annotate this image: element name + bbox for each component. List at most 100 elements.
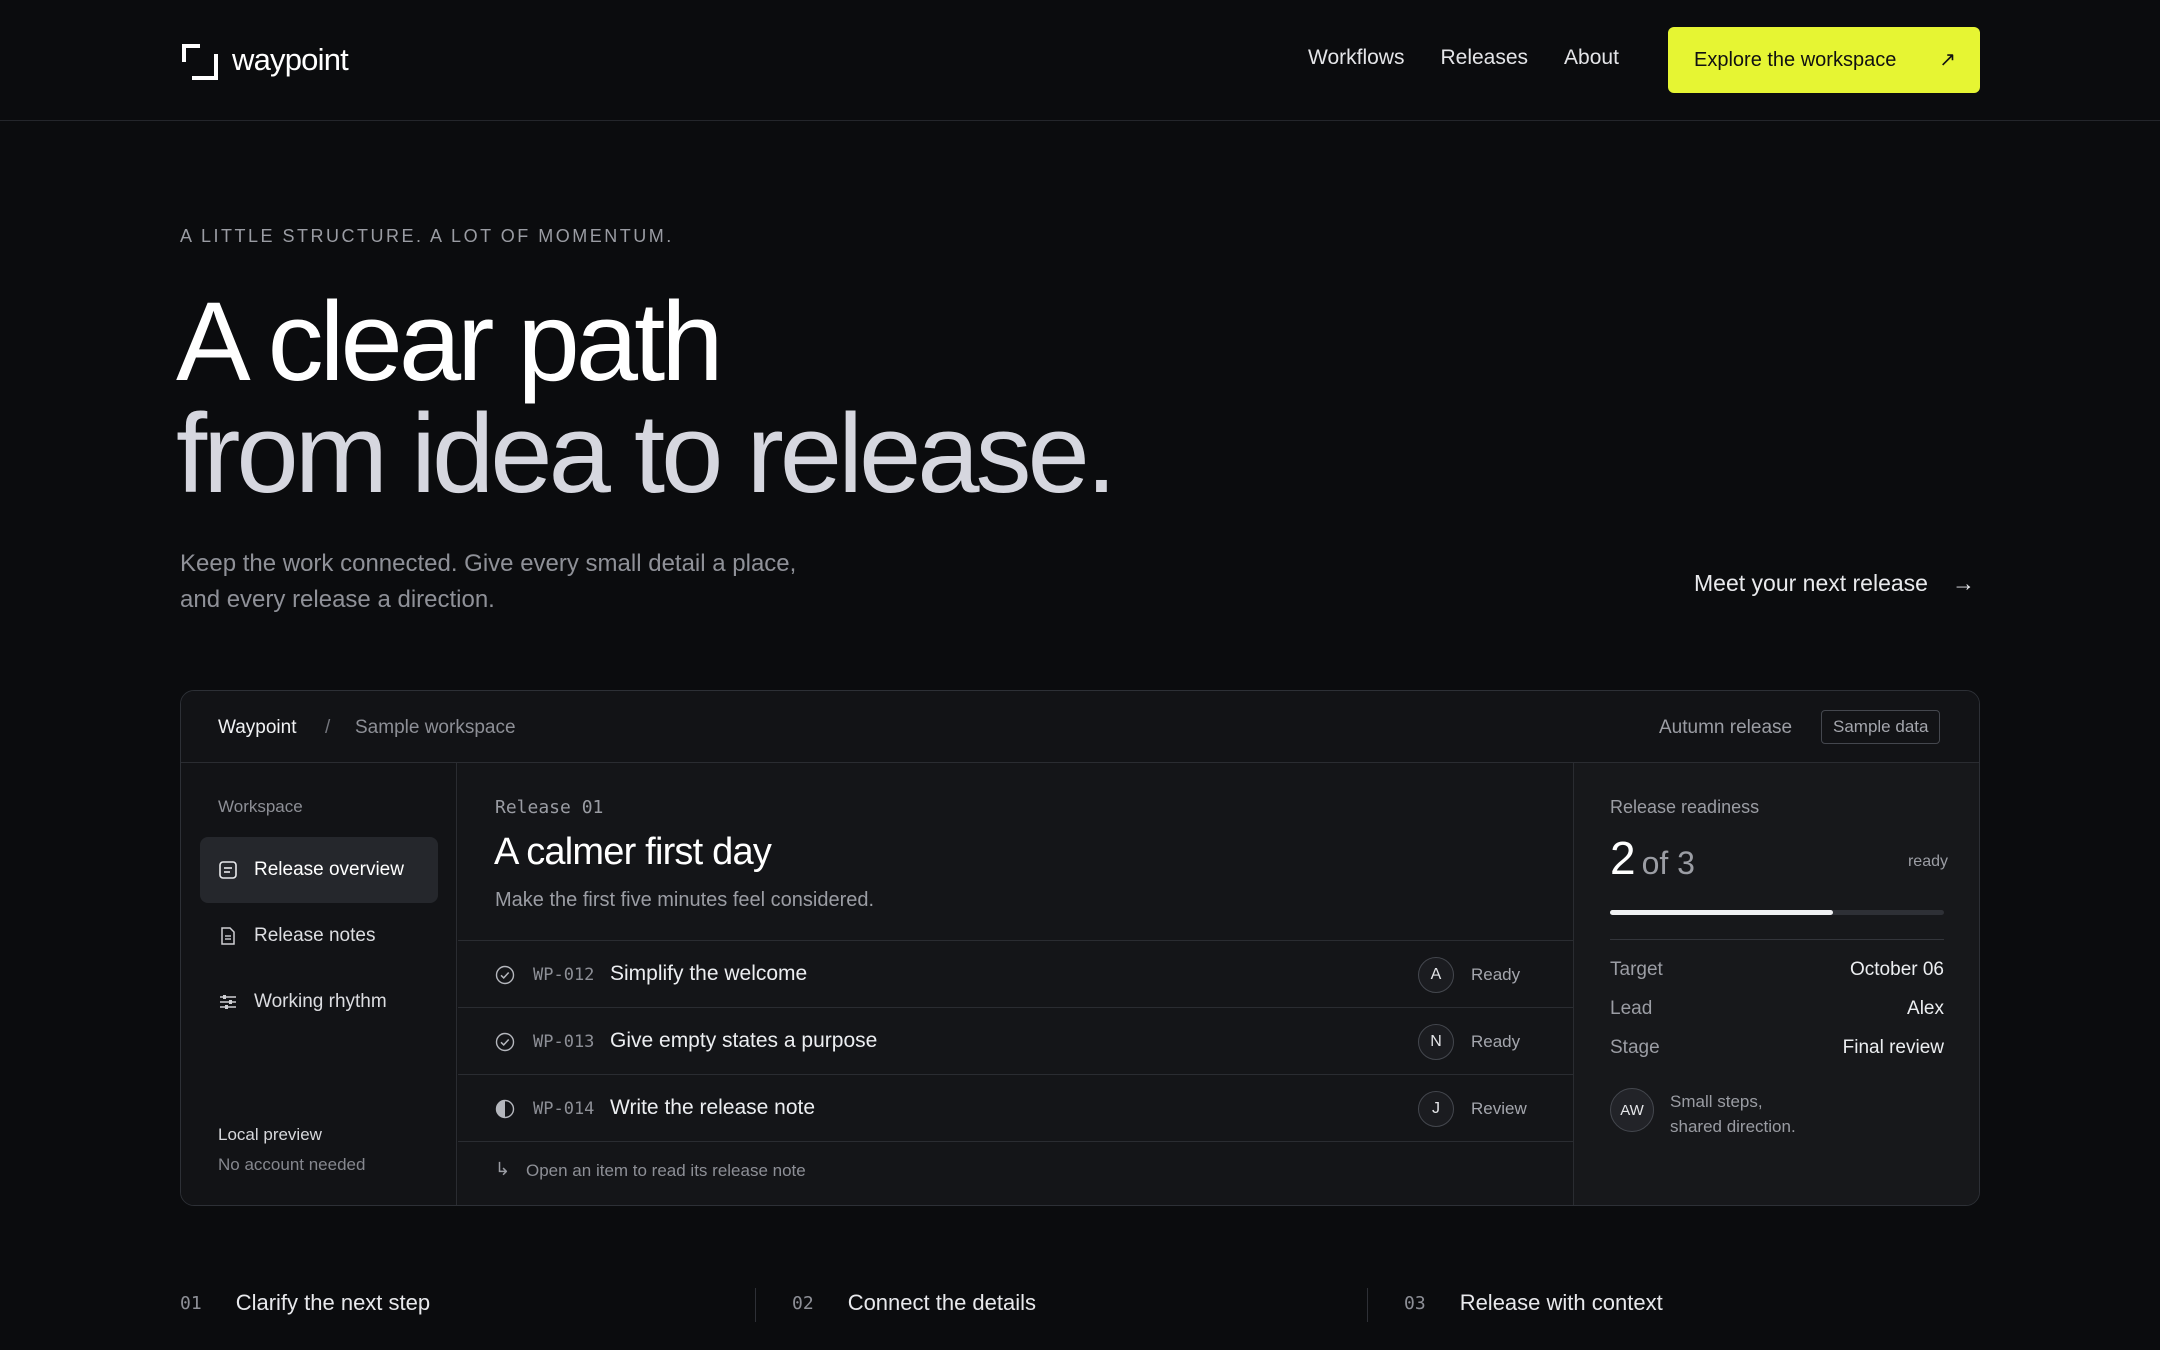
main-nav: Workflows Releases About bbox=[1308, 46, 1619, 70]
nav-releases[interactable]: Releases bbox=[1440, 46, 1528, 70]
readiness-note: Small steps, shared direction. bbox=[1670, 1089, 1870, 1139]
readiness-state: ready bbox=[1907, 853, 1948, 870]
release-title: A calmer first day bbox=[494, 831, 772, 873]
hero-title-line2: from idea to release. bbox=[176, 391, 1117, 516]
hero-lede-line2: and every release a direction. bbox=[180, 586, 495, 613]
half-circle-icon bbox=[495, 1099, 515, 1119]
readiness-title: Release readiness bbox=[1610, 797, 1760, 817]
item-code: WP-014 bbox=[533, 1099, 595, 1119]
sidebar-item-working-rhythm[interactable]: Working rhythm bbox=[200, 969, 438, 1035]
readiness-progress-fill bbox=[1610, 910, 1833, 915]
hero-title-line1: A clear path bbox=[176, 279, 723, 404]
readiness-count-total: of 3 bbox=[1641, 845, 1695, 881]
arrow-right-icon: → bbox=[1951, 570, 1975, 596]
waypoint-logo-icon bbox=[180, 42, 218, 80]
document-icon bbox=[218, 926, 238, 946]
hero-lede: Keep the work connected. Give every smal… bbox=[180, 546, 880, 618]
nav-workflows[interactable]: Workflows bbox=[1308, 46, 1404, 70]
release-number: Release 01 bbox=[495, 797, 604, 818]
readiness-progress-bar bbox=[1610, 910, 1944, 915]
sliders-icon bbox=[218, 992, 238, 1012]
detail-target: Target October 06 bbox=[1610, 959, 1944, 981]
workspace-sidebar: Workspace Release overview Release notes… bbox=[181, 763, 457, 1205]
item-code: WP-013 bbox=[533, 1032, 595, 1052]
breadcrumb-separator: / bbox=[325, 717, 331, 738]
detail-value: Final review bbox=[1842, 1037, 1944, 1058]
item-status: Ready bbox=[1471, 965, 1521, 984]
breadcrumb-current: Sample workspace bbox=[355, 717, 516, 738]
table-row[interactable]: WP-012 Simplify the welcome A Ready bbox=[458, 940, 1573, 1007]
detail-key: Lead bbox=[1610, 998, 1653, 1019]
detail-value: Alex bbox=[1907, 998, 1944, 1019]
check-circle-icon bbox=[495, 965, 515, 985]
readiness-count-value: 2 bbox=[1610, 832, 1636, 884]
release-main: Release 01 A calmer first day Make the f… bbox=[458, 763, 1573, 1205]
step-number: 01 bbox=[180, 1292, 202, 1314]
step-divider bbox=[755, 1288, 756, 1322]
item-title: Simplify the welcome bbox=[610, 962, 808, 985]
assignee-avatar: N bbox=[1418, 1024, 1454, 1060]
sidebar-item-label: Release overview bbox=[254, 859, 404, 880]
step-number: 02 bbox=[792, 1292, 814, 1314]
sidebar-item-label: Release notes bbox=[254, 925, 376, 946]
site-header: waypoint Workflows Releases About Explor… bbox=[0, 0, 2160, 121]
preview-topbar: Waypoint / Sample workspace Autumn relea… bbox=[181, 691, 1979, 763]
sidebar-item-release-overview[interactable]: Release overview bbox=[200, 837, 438, 903]
breadcrumb-root[interactable]: Waypoint bbox=[218, 717, 297, 739]
assignee-avatar: J bbox=[1418, 1091, 1454, 1127]
sidebar-item-release-notes[interactable]: Release notes bbox=[200, 903, 438, 969]
release-label: Autumn release bbox=[1659, 717, 1793, 738]
hero-lede-line1: Keep the work connected. Give every smal… bbox=[180, 550, 797, 577]
nav-about[interactable]: About bbox=[1564, 46, 1619, 70]
workspace-preview: Waypoint / Sample workspace Autumn relea… bbox=[180, 690, 1980, 1206]
detail-value: October 06 bbox=[1850, 959, 1944, 980]
item-title: Write the release note bbox=[610, 1096, 816, 1119]
sidebar-item-label: Working rhythm bbox=[254, 991, 387, 1012]
hero-title: A clear path from idea to release. bbox=[176, 286, 1117, 516]
explore-workspace-label: Explore the workspace bbox=[1694, 48, 1897, 71]
hero-eyebrow: A LITTLE STRUCTURE. A LOT OF MOMENTUM. bbox=[180, 226, 674, 246]
step-3: 03 Release with context bbox=[1404, 1290, 1663, 1316]
items-footer-hint: Open an item to read its release note bbox=[526, 1161, 806, 1180]
brand-logo[interactable]: waypoint bbox=[180, 42, 349, 80]
return-arrow-icon: ↳ bbox=[495, 1159, 511, 1179]
local-preview-title: Local preview bbox=[218, 1125, 322, 1144]
table-row[interactable]: WP-013 Give empty states a purpose N Rea… bbox=[458, 1007, 1573, 1074]
readiness-count: 2 of 3 bbox=[1610, 831, 1695, 885]
explore-workspace-button[interactable]: Explore the workspace ↗ bbox=[1668, 27, 1980, 93]
items-footer: ↳ Open an item to read its release note bbox=[458, 1141, 1573, 1201]
detail-key: Stage bbox=[1610, 1037, 1660, 1058]
avatar: AW bbox=[1610, 1088, 1654, 1132]
step-divider bbox=[1367, 1288, 1368, 1322]
sidebar-title: Workspace bbox=[218, 797, 303, 816]
detail-stage: Stage Final review bbox=[1610, 1037, 1944, 1059]
readiness-panel: Release readiness 2 of 3 ready Target Oct… bbox=[1573, 763, 1979, 1205]
sample-data-badge: Sample data bbox=[1821, 710, 1941, 744]
local-preview-subtitle: No account needed bbox=[218, 1155, 366, 1174]
readiness-note-line1: Small steps, bbox=[1670, 1092, 1763, 1111]
step-label: Connect the details bbox=[847, 1290, 1037, 1315]
overview-icon bbox=[218, 860, 238, 880]
step-2: 02 Connect the details bbox=[792, 1290, 1036, 1316]
meet-release-label: Meet your next release bbox=[1694, 570, 1928, 596]
check-circle-icon bbox=[495, 1032, 515, 1052]
step-label: Clarify the next step bbox=[235, 1290, 431, 1315]
item-title: Give empty states a purpose bbox=[610, 1029, 878, 1052]
release-subtitle: Make the first five minutes feel conside… bbox=[495, 889, 875, 911]
readiness-note-line2: shared direction. bbox=[1670, 1117, 1796, 1136]
step-label: Release with context bbox=[1459, 1290, 1663, 1315]
item-status: Review bbox=[1471, 1099, 1527, 1118]
detail-key: Target bbox=[1610, 959, 1663, 980]
assignee-avatar: A bbox=[1418, 957, 1454, 993]
brand-name: waypoint bbox=[232, 42, 349, 77]
item-status: Ready bbox=[1471, 1032, 1521, 1051]
item-code: WP-012 bbox=[533, 965, 595, 985]
step-1: 01 Clarify the next step bbox=[180, 1290, 430, 1316]
arrow-up-right-icon: ↗ bbox=[1939, 49, 1956, 71]
meet-release-link[interactable]: Meet your next release → bbox=[1694, 570, 1975, 597]
table-row[interactable]: WP-014 Write the release note J Review bbox=[458, 1074, 1573, 1141]
release-items: WP-012 Simplify the welcome A Ready WP-0… bbox=[458, 940, 1573, 1201]
detail-lead: Lead Alex bbox=[1610, 998, 1944, 1020]
divider bbox=[1610, 939, 1944, 940]
step-number: 03 bbox=[1404, 1292, 1426, 1314]
